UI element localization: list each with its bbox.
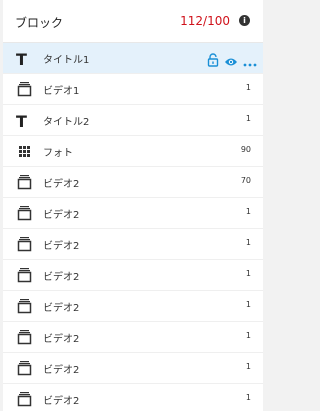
block-value: 1 xyxy=(245,269,251,278)
text-icon: T xyxy=(16,50,34,69)
text-glyph: T xyxy=(16,50,27,69)
block-value: 1 xyxy=(245,207,251,216)
block-row[interactable]: ビデオ2 1 xyxy=(3,198,263,229)
block-value: 1 xyxy=(245,393,251,402)
block-row[interactable]: ビデオ2 70 xyxy=(3,167,263,198)
block-value: 1 xyxy=(245,331,251,340)
block-row[interactable]: T タイトル2 1 xyxy=(3,105,263,136)
block-label: タイトル1 xyxy=(43,55,90,66)
video-icon xyxy=(16,329,34,345)
block-row[interactable]: ビデオ2 1 xyxy=(3,353,263,384)
info-icon[interactable]: i xyxy=(239,15,250,26)
grid-icon xyxy=(16,143,34,159)
block-label: ビデオ1 xyxy=(43,86,80,97)
video-icon xyxy=(16,360,34,376)
block-label: ビデオ2 xyxy=(43,179,80,190)
block-label: ビデオ2 xyxy=(43,334,80,345)
text-icon: T xyxy=(16,112,34,131)
block-label: ビデオ2 xyxy=(43,272,80,283)
block-value: 1 xyxy=(245,114,251,123)
block-value: 1 xyxy=(245,362,251,371)
block-value: 1 xyxy=(245,238,251,247)
block-value: 70 xyxy=(240,176,251,185)
video-icon xyxy=(16,81,34,97)
block-row[interactable]: ビデオ2 1 xyxy=(3,322,263,353)
more-icon[interactable] xyxy=(243,52,257,71)
block-label: ビデオ2 xyxy=(43,241,80,252)
block-label: タイトル2 xyxy=(43,117,90,128)
video-icon xyxy=(16,298,34,314)
block-row[interactable]: ビデオ2 1 xyxy=(3,260,263,291)
eye-icon[interactable] xyxy=(224,52,238,71)
video-icon xyxy=(16,236,34,252)
block-row[interactable]: ビデオ2 1 xyxy=(3,291,263,322)
video-icon xyxy=(16,205,34,221)
lock-icon[interactable] xyxy=(207,52,219,71)
block-value: 90 xyxy=(240,145,251,154)
block-row[interactable]: フォト 90 xyxy=(3,136,263,167)
text-glyph: T xyxy=(16,112,27,131)
block-count: 112/100 xyxy=(180,14,230,28)
panel-header: ブロック 112/100 i xyxy=(3,0,263,43)
block-value: 1 xyxy=(245,83,251,92)
block-row[interactable]: T タイトル1 xyxy=(3,43,263,74)
block-list: T タイトル1 ビデオ1 1 T タイトル2 1 フォト 90 ビデオ2 70 ビデオ2 1 ビデオ2 1 ビ… xyxy=(3,43,263,411)
block-row[interactable]: ビデオ1 1 xyxy=(3,74,263,105)
block-label: ビデオ2 xyxy=(43,210,80,221)
block-row[interactable]: ビデオ2 1 xyxy=(3,229,263,260)
block-row[interactable]: ビデオ2 1 xyxy=(3,384,263,411)
block-label: フォト xyxy=(43,148,73,159)
video-icon xyxy=(16,174,34,190)
block-value: 1 xyxy=(245,300,251,309)
video-icon xyxy=(16,267,34,283)
block-label: ビデオ2 xyxy=(43,365,80,376)
block-panel: ブロック 112/100 i T タイトル1 ビデオ1 1 T タイトル2 1 フォト 90 ビデ… xyxy=(3,0,263,411)
block-label: ビデオ2 xyxy=(43,396,80,407)
panel-title: ブロック xyxy=(15,16,64,30)
block-label: ビデオ2 xyxy=(43,303,80,314)
video-icon xyxy=(16,391,34,407)
row-actions xyxy=(202,51,257,67)
